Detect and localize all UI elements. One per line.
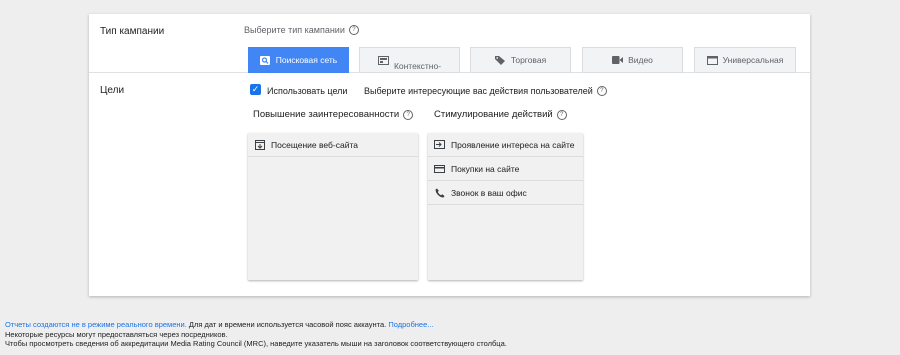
display-icon [377,55,389,65]
footer-notes: Отчеты создаются не в режиме реального в… [5,320,507,349]
campaign-type-hint-text: Выберите тип кампании [244,25,345,35]
campaign-type-hint: Выберите тип кампании ? [244,25,359,35]
campaign-type-universal-button[interactable]: Универсальная [694,47,796,73]
realtime-notice-link[interactable]: Отчеты создаются не в режиме реального в… [5,320,187,329]
use-goals-label: Использовать цели [267,86,348,96]
credit-card-icon [434,164,445,173]
help-icon[interactable]: ? [556,109,567,120]
campaign-type-video-button[interactable]: Видео [582,47,683,73]
engagement-column-title-text: Повышение заинтересованности [253,109,400,120]
website-icon [254,139,265,150]
phone-icon [434,188,445,197]
goal-item-site-purchase[interactable]: Покупки на сайте [428,157,583,181]
action-goals-list: Проявление интереса на сайте Покупки на … [428,133,583,280]
campaign-type-shopping-button[interactable]: Торговая [470,47,571,73]
more-info-link[interactable]: Подробнее... [388,320,433,329]
timezone-notice: Для дат и времени используется часовой п… [186,320,389,329]
campaign-type-video-label: Видео [628,55,653,65]
arrow-into-box-icon [434,140,445,149]
campaign-type-label: Тип кампании [100,26,165,37]
goal-item-office-call[interactable]: Звонок в ваш офис [428,181,583,205]
goals-hint: Выберите интересующие вас действия польз… [364,86,607,96]
goal-item-label: Посещение веб-сайта [271,139,358,150]
help-icon[interactable]: ? [348,25,359,35]
goals-hint-text: Выберите интересующие вас действия польз… [364,86,593,96]
goal-item-label: Проявление интереса на сайте [451,139,575,150]
campaign-type-search-label: Поисковая сеть [275,55,338,65]
campaign-type-shopping-label: Торговая [510,55,547,65]
goals-label: Цели [100,85,125,96]
video-icon [612,56,624,65]
help-icon[interactable]: ? [403,109,414,120]
goal-item-website-visit[interactable]: Посещение веб-сайта [248,133,418,157]
use-goals-checkbox[interactable]: ✓ [250,84,261,95]
engagement-column-title: Повышение заинтересованности ? [253,109,414,120]
tag-icon [495,56,506,65]
campaign-type-display-button[interactable]: Контекстно- [359,47,460,73]
campaign-type-universal-label: Универсальная [722,55,784,65]
footer-line-2: Некоторые ресурсы могут предоставляться … [5,329,228,339]
goal-item-label: Покупки на сайте [451,163,520,174]
footer-line-3: Чтобы просмотреть сведения об аккредитац… [5,339,507,348]
help-icon[interactable]: ? [596,86,607,96]
action-column-title: Стимулирование действий ? [434,109,567,120]
campaign-type-search-button[interactable]: Поисковая сеть [248,47,349,73]
goal-item-site-interest[interactable]: Проявление интереса на сайте [428,133,583,157]
action-column-title-text: Стимулирование действий [434,109,553,120]
search-icon [260,55,271,65]
footer-line-1: Отчеты создаются не в режиме реального в… [5,320,507,330]
campaign-type-display-label: Контекстно- [393,61,442,71]
engagement-goals-list: Посещение веб-сайта [248,133,418,280]
goal-item-label: Звонок в ваш офис [451,187,527,198]
app-icon [706,55,718,65]
